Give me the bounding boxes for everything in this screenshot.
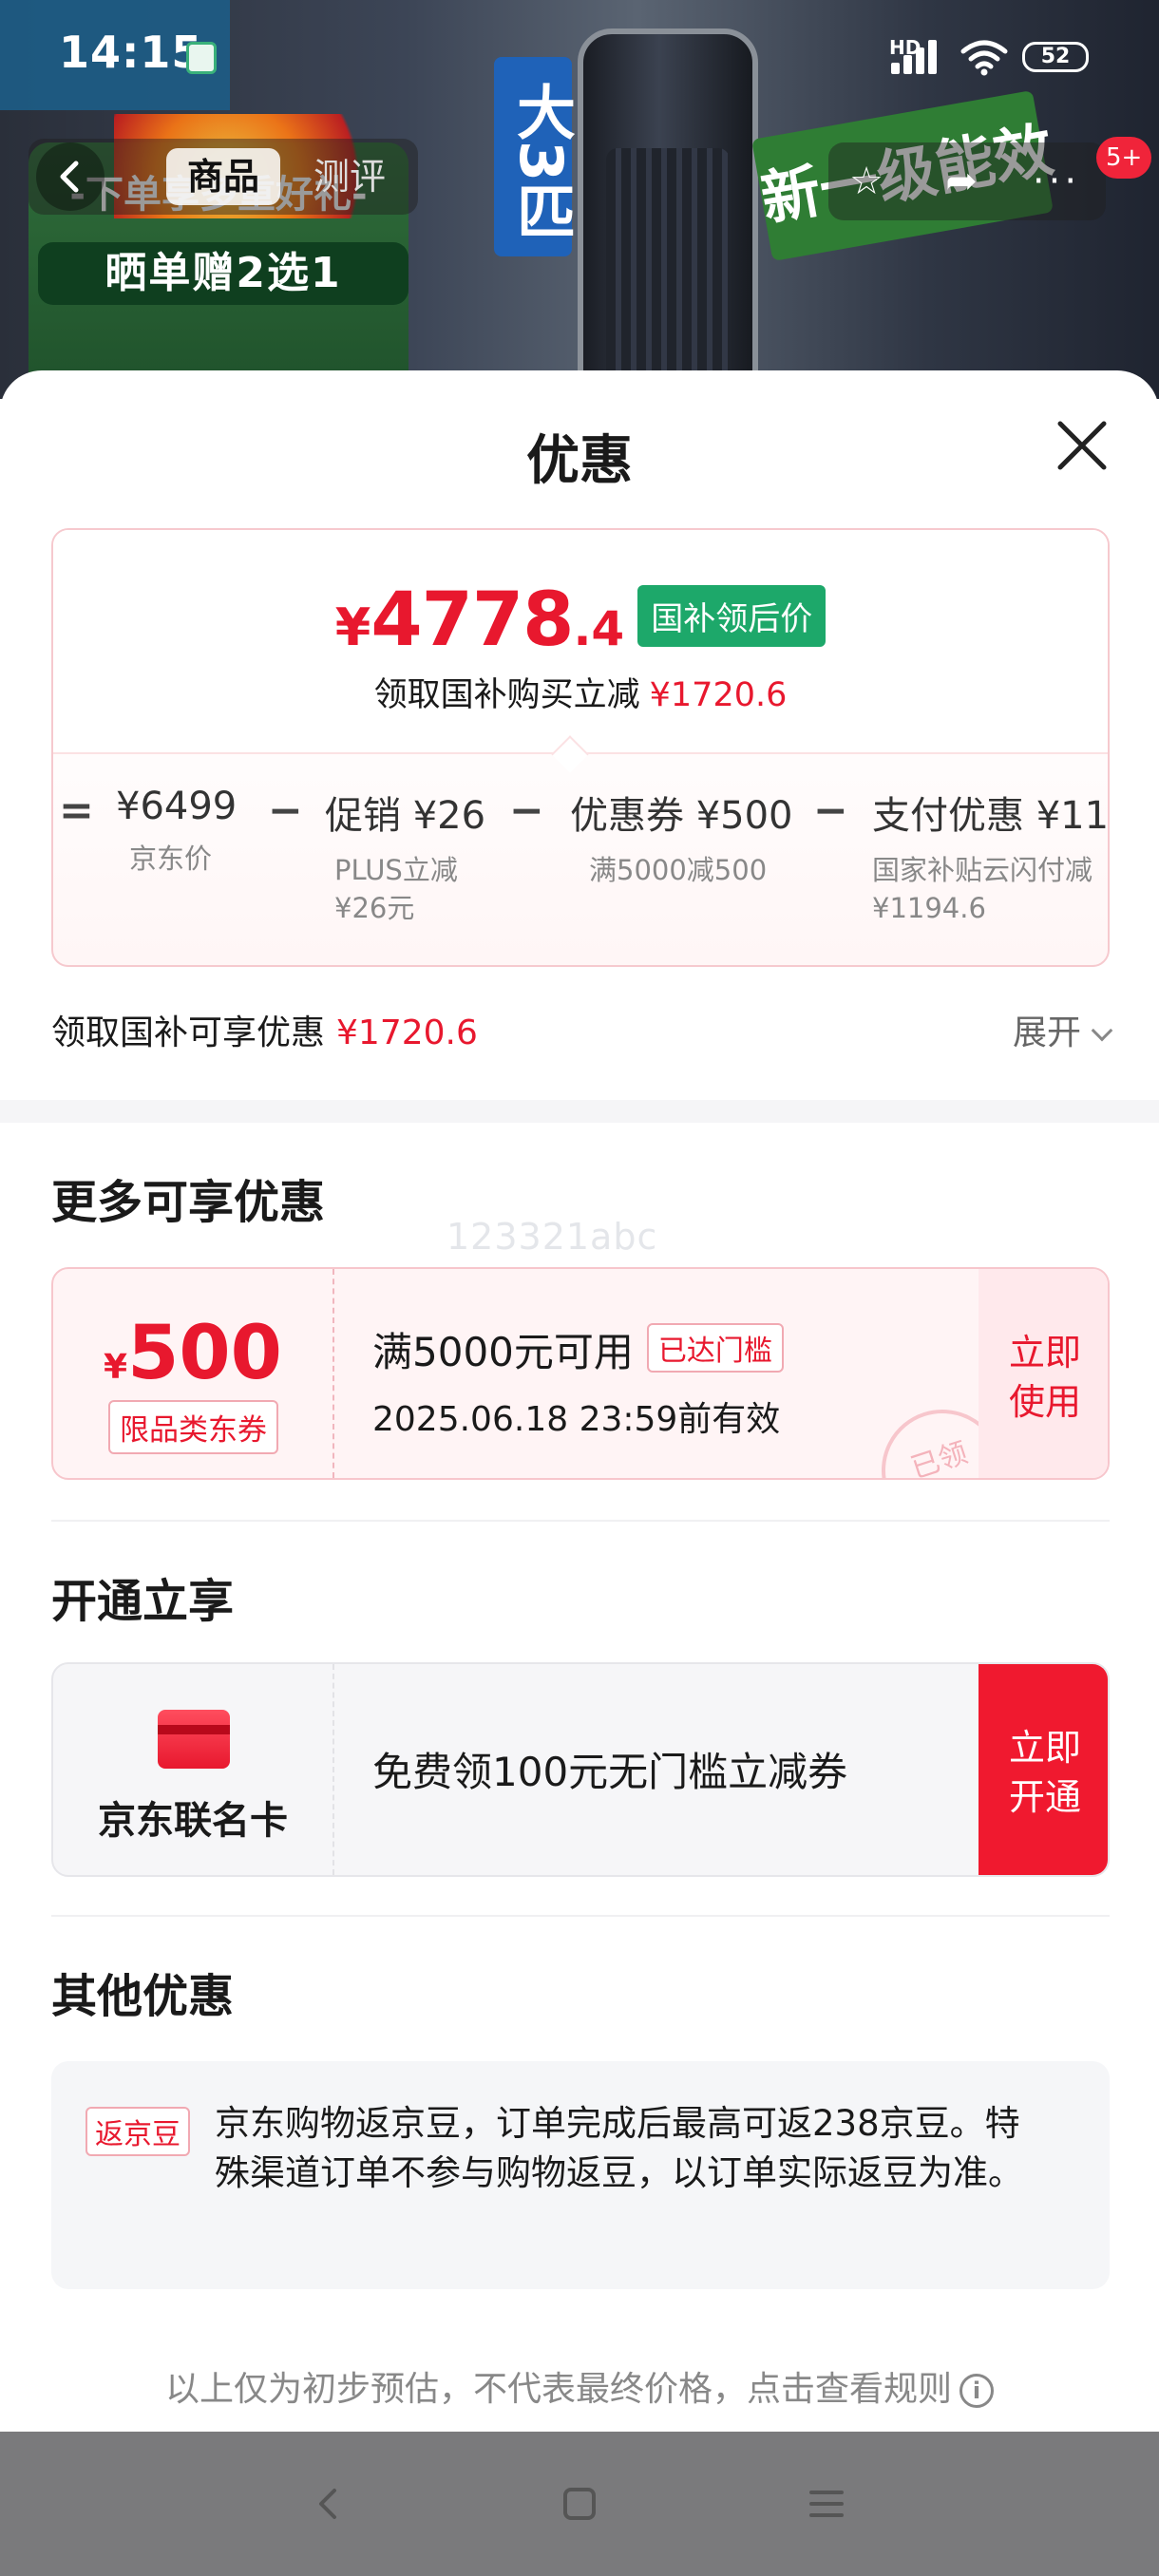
- use-now-line1: 立即: [1008, 1332, 1081, 1373]
- action-group: ☆ ➦ ···: [828, 142, 1106, 220]
- chevron-left-icon: [60, 161, 79, 193]
- message-notification-icon: [186, 42, 217, 74]
- expand-label: 展开: [1012, 1013, 1081, 1052]
- breakdown-item-jd-price: ¥6499 京东价: [116, 785, 277, 878]
- threshold-met-tag: 已达门槛: [646, 1323, 784, 1373]
- breakdown-desc: 京东价: [129, 843, 213, 875]
- price-breakdown-card: ¥4778.4 国补领后价 领取国补购买立减 ¥1720.6 = ¥6499 京东价…: [51, 528, 1110, 967]
- cobrand-card-area: 京东联名卡: [53, 1664, 334, 1875]
- breakdown-amount: 支付优惠 ¥1194.6: [872, 794, 1110, 838]
- coupon-currency: ¥: [104, 1348, 128, 1387]
- breakdown-desc: 国家补贴云闪付减 ¥1194.6: [872, 854, 1093, 924]
- cobrand-card-offer: 京东联名卡 免费领100元无门槛立减券 立即 开通: [51, 1662, 1110, 1877]
- summary-amount: ¥1720.6: [336, 1013, 478, 1052]
- breakdown-item-promo: 促销 ¥26 PLUS立减 ¥26元: [325, 785, 486, 927]
- breakdown-amount: ¥6499: [116, 785, 238, 828]
- coupon-value: 500: [127, 1311, 282, 1396]
- use-now-button[interactable]: 立即 使用: [978, 1269, 1108, 1478]
- coupon-type-tag: 限品类东券: [108, 1400, 278, 1454]
- share-icon[interactable]: ➦: [923, 142, 999, 220]
- breakdown-amount: 优惠券 ¥500: [570, 794, 793, 838]
- tab-review[interactable]: 测评: [314, 148, 386, 205]
- coupon-details: 满5000元可用 已达门槛 2025.06.18 23:59前有效: [372, 1320, 784, 1441]
- status-bar: 14:15 HD 52: [0, 0, 1159, 110]
- currency-symbol: ¥: [334, 597, 371, 657]
- breakdown-desc: PLUS立减 ¥26元: [334, 854, 458, 924]
- final-price-row: ¥4778.4 国补领后价: [53, 578, 1108, 663]
- tab-goods[interactable]: 商品: [166, 148, 280, 205]
- cobrand-offer-desc: 免费领100元无门槛立减券: [372, 1749, 848, 1795]
- more-icon[interactable]: ···: [1018, 142, 1094, 220]
- section-title-other-offers: 其他优惠: [51, 1970, 235, 2023]
- jd-beans-tag: 返京豆: [86, 2107, 190, 2156]
- subsidy-price-tag: 国补领后价: [637, 585, 826, 647]
- price-subtitle: 领取国补购买立减 ¥1720.6: [53, 668, 1108, 716]
- section-divider: [0, 1100, 1159, 1123]
- system-nav-bar: [0, 2432, 1159, 2576]
- chevron-down-icon: [1091, 1019, 1113, 1042]
- breakdown-item-payment: 支付优惠 ¥1194.6 国家补贴云闪付减 ¥1194.6: [872, 785, 1110, 927]
- price-breakdown-row: = ¥6499 京东价 − 促销 ¥26 PLUS立减 ¥26元 − 优惠券 ¥…: [53, 785, 1110, 965]
- cobrand-card-name: 京东联名卡: [98, 1799, 288, 1843]
- coupon-amount: ¥500: [53, 1311, 332, 1396]
- close-icon[interactable]: [1054, 418, 1110, 473]
- section-title-more-offers: 更多可享优惠: [51, 1176, 326, 1229]
- disclaimer-text: 以上仅为初步预估，不代表最终价格，点击查看规则: [164, 2370, 952, 2409]
- operator-equals: =: [59, 786, 94, 835]
- breakdown-desc: 满5000减500: [589, 854, 768, 886]
- status-time: 14:15: [59, 27, 203, 78]
- operator-minus: −: [268, 786, 303, 835]
- separator: [51, 1520, 1110, 1522]
- wifi-icon: [960, 40, 1008, 76]
- promo-line-2: 晒单赠2选1: [38, 242, 408, 305]
- back-button[interactable]: [36, 142, 104, 211]
- coupon-card: ¥500 限品类东券 满5000元可用 已达门槛 2025.06.18 23:59…: [51, 1267, 1110, 1480]
- coupon-value-area: ¥500 限品类东券: [53, 1269, 334, 1478]
- info-icon: i: [960, 2374, 994, 2408]
- watermark-text: 123321abc: [446, 1216, 658, 1258]
- summary-label: 领取国补可享优惠: [51, 1013, 326, 1052]
- product-top-nav: 商品 测评 ☆ ➦ ··· 5+: [0, 133, 1159, 228]
- favorite-icon[interactable]: ☆: [828, 142, 904, 220]
- nav-menu-icon[interactable]: [788, 2470, 864, 2538]
- jd-beans-offer: 返京豆 京东购物返京豆，订单完成后最高可返238京豆。特殊渠道订单不参与购物返豆…: [51, 2061, 1110, 2289]
- breakdown-item-coupon: 优惠券 ¥500 满5000减500: [570, 785, 798, 889]
- disclaimer-link[interactable]: 以上仅为初步预估，不代表最终价格，点击查看规则 i: [0, 2361, 1159, 2411]
- coupon-condition-text: 满5000元可用: [372, 1329, 634, 1375]
- operator-minus: −: [509, 786, 544, 835]
- battery-indicator: 52: [1022, 42, 1089, 72]
- jd-beans-text: 京东购物返京豆，订单完成后最高可返238京豆。特殊渠道订单不参与购物返豆，以订单…: [215, 2103, 1023, 2193]
- expand-button[interactable]: 展开: [1012, 1005, 1113, 1054]
- open-now-line2: 开通: [1008, 1776, 1081, 1818]
- message-badge: 5+: [1096, 137, 1152, 179]
- subsidy-summary-row: 领取国补可享优惠 ¥1720.6 展开: [51, 1005, 1113, 1054]
- price-subtitle-amount: ¥1720.6: [649, 676, 788, 714]
- section-title-open-enjoy: 开通立享: [51, 1575, 235, 1628]
- open-now-button[interactable]: 立即 开通: [978, 1664, 1108, 1875]
- price-subtitle-text: 领取国补购买立减: [373, 676, 640, 714]
- open-now-line1: 立即: [1008, 1727, 1081, 1769]
- operator-minus: −: [813, 786, 848, 835]
- sheet-title: 优惠: [526, 430, 633, 492]
- nav-back-icon[interactable]: [291, 2470, 367, 2538]
- signal-icon: [891, 36, 944, 74]
- final-price-decimal: .4: [573, 601, 625, 656]
- coupon-condition: 满5000元可用 已达门槛: [372, 1320, 784, 1378]
- use-now-line2: 使用: [1008, 1381, 1081, 1423]
- credit-card-icon: [158, 1710, 230, 1769]
- coupon-validity: 2025.06.18 23:59前有效: [372, 1400, 781, 1439]
- breakdown-amount: 促销 ¥26: [325, 794, 486, 838]
- final-price-integer: 4778: [370, 578, 574, 663]
- nav-home-icon[interactable]: [542, 2470, 618, 2538]
- separator: [51, 1915, 1110, 1917]
